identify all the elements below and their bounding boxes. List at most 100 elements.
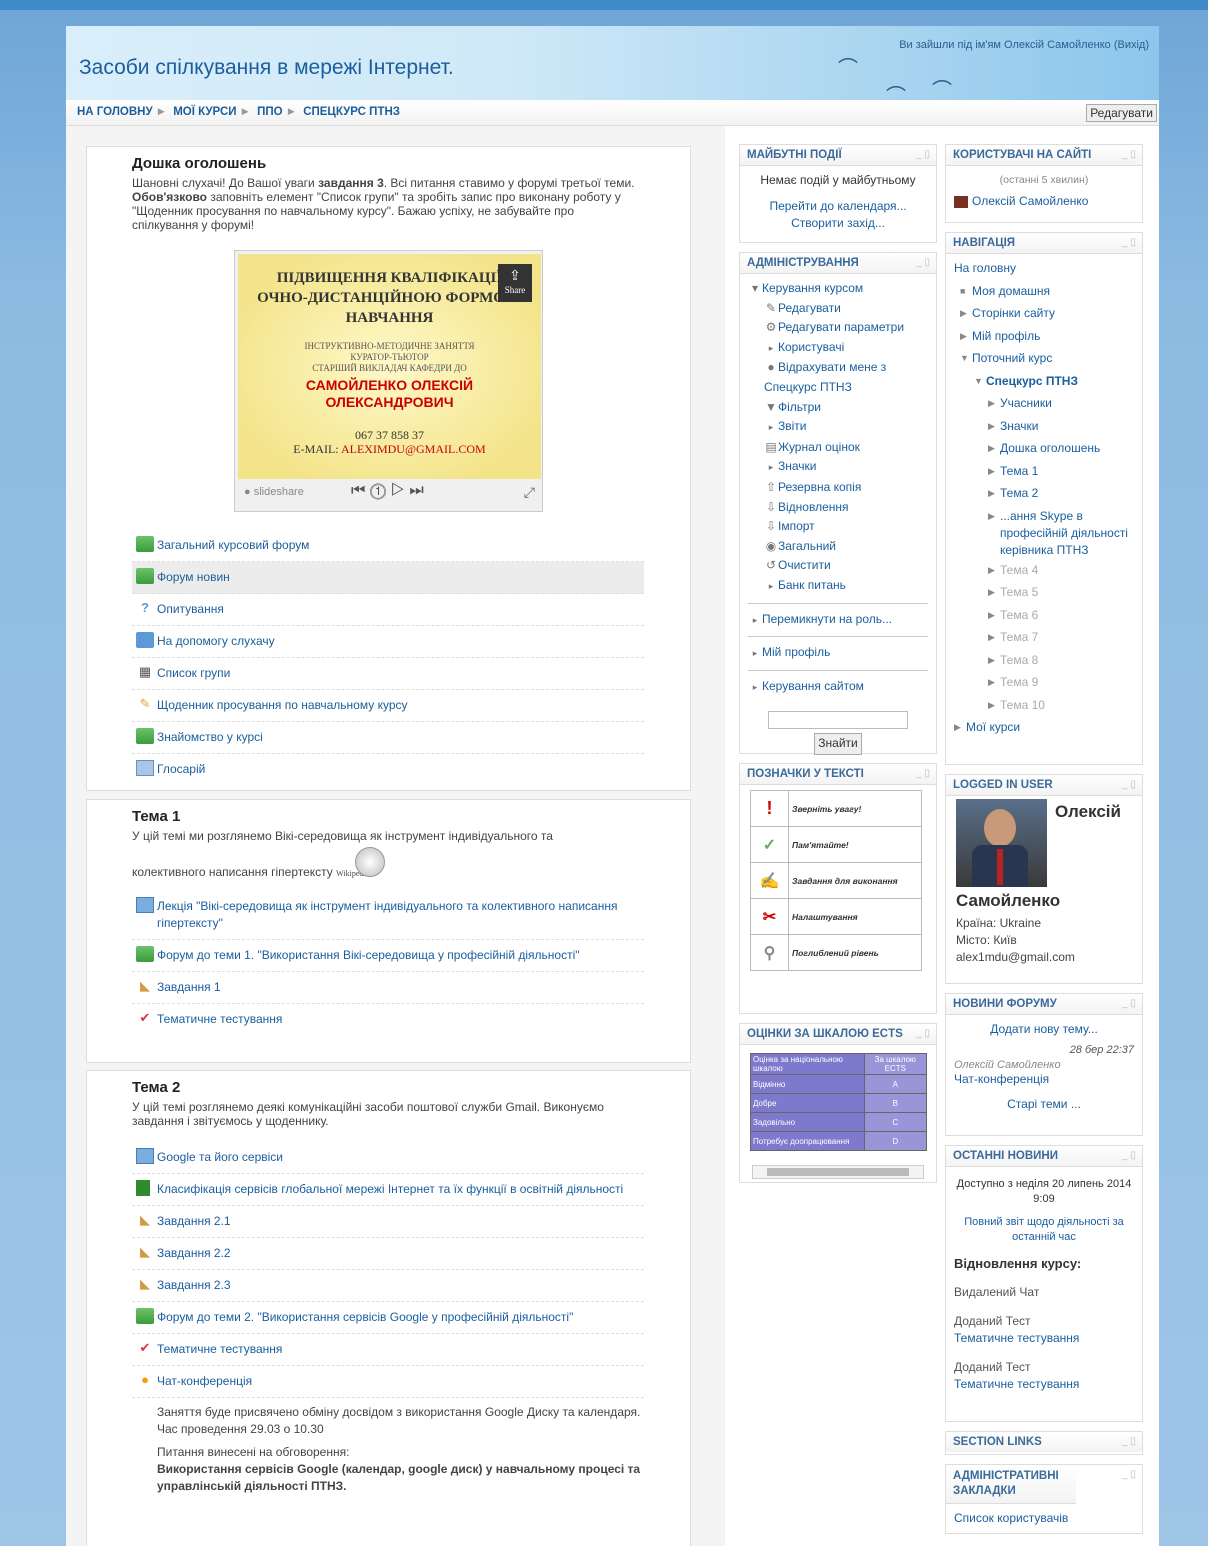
admin-unenrol[interactable]: ● Відрахувати мене з Спецкурс ПТНЗ xyxy=(764,358,928,397)
block-controls[interactable]: _ ▯ xyxy=(1122,1469,1136,1480)
new-event-link[interactable]: Створити захід... xyxy=(791,216,885,230)
nav-my-courses[interactable]: ▶ Мої курси xyxy=(954,716,1134,739)
user-list-link[interactable]: Список користувачів xyxy=(954,1511,1068,1525)
activity-assignment-1[interactable]: ◣ Завдання 1 xyxy=(132,972,644,1004)
slide-nav-controls[interactable]: ⏮ ⓵ ▷ ⏭ xyxy=(351,482,424,500)
activity-quiz-1[interactable]: ✔ Тематичне тестування xyxy=(132,1004,644,1035)
older-topics-link[interactable]: Старі теми ... xyxy=(1007,1097,1081,1111)
activity-assignment-2-1[interactable]: ◣ Завдання 2.1 xyxy=(132,1206,644,1238)
breadcrumb-my-courses[interactable]: МОЇ КУРСИ xyxy=(173,106,236,118)
admin-site-admin[interactable]: ▸ Керування сайтом xyxy=(748,669,928,698)
activity-general-forum[interactable]: Загальний курсовий форум xyxy=(132,530,644,562)
admin-question-bank[interactable]: ▸ Банк питань xyxy=(764,576,928,597)
nav-topic-9[interactable]: ▶ Тема 9 xyxy=(988,671,1134,694)
activity-survey[interactable]: ? Опитування xyxy=(132,594,644,626)
admin-import[interactable]: ⇩ Імпорт xyxy=(764,517,928,537)
block-controls[interactable]: _ ▯ xyxy=(1122,1436,1136,1447)
admin-restore[interactable]: ⇩ Відновлення xyxy=(764,498,928,518)
block-controls[interactable]: _ ▯ xyxy=(1122,237,1136,248)
activity-lecture[interactable]: Лекція "Вікі-середовища як інструмент ін… xyxy=(132,891,644,940)
admin-users[interactable]: ▸ Користувачі xyxy=(764,338,928,359)
breadcrumb-home[interactable]: НА ГОЛОВНУ xyxy=(77,106,153,118)
block-controls[interactable]: _ ▯ xyxy=(1122,779,1136,790)
nav-course[interactable]: ▼ Спецкурс ПТНЗ xyxy=(974,370,1134,393)
nav-topic-1[interactable]: ▶ Тема 1 xyxy=(988,460,1134,483)
fullscreen-icon[interactable]: ⤢ xyxy=(524,484,535,501)
breadcrumb-course[interactable]: СПЕЦКУРС ПТНЗ xyxy=(303,106,400,118)
chat-description: Заняття буде присвячено обміну досвідом … xyxy=(157,1405,641,1493)
recent-item: Доданий Тест xyxy=(954,1314,1031,1328)
activity-forum-topic-1[interactable]: Форум до теми 1. "Використання Вікі-сере… xyxy=(132,940,644,972)
horizontal-scrollbar[interactable] xyxy=(752,1165,924,1179)
nav-topic-6[interactable]: ▶ Тема 6 xyxy=(988,604,1134,627)
recent-item-link[interactable]: Тематичне тестування xyxy=(954,1377,1079,1391)
activity-quiz-2[interactable]: ✔ Тематичне тестування xyxy=(132,1334,644,1366)
admin-reports[interactable]: ▸ Звіти xyxy=(764,417,928,438)
full-report-link[interactable]: Повний звіт щодо діяльності за останній … xyxy=(964,1216,1123,1243)
news-post-link[interactable]: Чат-конференція xyxy=(954,1072,1049,1086)
login-info[interactable]: Ви зайшли під ім'ям Олексій Самойленко (… xyxy=(899,39,1149,51)
activity-google-services[interactable]: Google та його сервіси xyxy=(132,1142,644,1174)
block-controls[interactable]: _ ▯ xyxy=(916,768,930,779)
nav-topic-2[interactable]: ▶ Тема 2 xyxy=(988,482,1134,505)
admin-search-input[interactable] xyxy=(768,711,908,730)
site-title[interactable]: Засоби спілкування в мережі Інтернет. xyxy=(79,56,454,80)
nav-topic-3[interactable]: ▶ ...ання Skype в професійній діяльності … xyxy=(988,505,1134,559)
admin-settings[interactable]: ⚙ Редагувати параметри xyxy=(764,318,928,338)
nav-announcements[interactable]: ▶ Дошка оголошень xyxy=(988,437,1134,460)
activity-assignment-2-2[interactable]: ◣ Завдання 2.2 xyxy=(132,1238,644,1270)
admin-publish[interactable]: ◉ Загальний xyxy=(764,537,928,557)
nav-badges[interactable]: ▶ Значки xyxy=(988,415,1134,438)
breadcrumb-ppo[interactable]: ППО xyxy=(257,106,282,118)
online-user[interactable]: Олексій Самойленко xyxy=(954,193,1134,210)
activity-group-list[interactable]: ▦ Список групи xyxy=(132,658,644,690)
nav-topic-4[interactable]: ▶ Тема 4 xyxy=(988,559,1134,582)
admin-reset[interactable]: ↺ Очистити xyxy=(764,556,928,576)
ects-cell: Задовільно xyxy=(750,1112,865,1132)
add-topic-link[interactable]: Додати нову тему... xyxy=(990,1022,1098,1036)
admin-filters[interactable]: ▼Фільтри xyxy=(764,398,928,418)
nav-topic-10[interactable]: ▶ Тема 10 xyxy=(988,694,1134,717)
block-controls[interactable]: _ ▯ xyxy=(916,257,930,268)
activity-journal[interactable]: ✎ Щоденник просування по навчальному курс… xyxy=(132,690,644,722)
block-controls[interactable]: _ ▯ xyxy=(1122,149,1136,160)
block-controls[interactable]: _ ▯ xyxy=(1122,1150,1136,1161)
admin-backup[interactable]: ⇧ Резервна копія xyxy=(764,478,928,498)
activity-forum-topic-2[interactable]: Форум до теми 2. "Використання сервісів … xyxy=(132,1302,644,1334)
edit-button[interactable]: Редагувати xyxy=(1086,104,1157,122)
admin-my-profile[interactable]: ▸ Мій профіль xyxy=(748,636,928,664)
admin-gradebook[interactable]: ▤Журнал оцінок xyxy=(764,438,928,458)
nav-site-pages[interactable]: ▶ Сторінки сайту xyxy=(960,302,1134,325)
activity-acquaintance[interactable]: Знайомство у курсі xyxy=(132,722,644,754)
block-recent-activity: ОСТАННІ НОВИНИ _ ▯ Доступно з неділя 20 л… xyxy=(945,1145,1143,1422)
activity-news-forum[interactable]: Форум новин xyxy=(132,562,644,594)
share-button[interactable]: ⇪ Share xyxy=(498,264,532,302)
nav-my-profile[interactable]: ▶ Мій профіль xyxy=(960,325,1134,348)
admin-edit[interactable]: ✎ Редагувати xyxy=(764,299,928,319)
nav-current-course[interactable]: ▼ Поточний курс xyxy=(960,347,1134,370)
nav-my-home[interactable]: ■ Моя домашня xyxy=(960,280,1134,303)
activity-chat[interactable]: ● Чат-конференція xyxy=(132,1366,644,1398)
activity-glossary[interactable]: Глосарій xyxy=(132,754,644,785)
block-controls[interactable]: _ ▯ xyxy=(916,149,930,160)
slideshare-embed[interactable]: ПІДВИЩЕННЯ КВАЛІФІКАЦІЇ ОЧНО-ДИСТАНЦІЙНОЮ… xyxy=(234,250,543,512)
recent-item-link[interactable]: Тематичне тестування xyxy=(954,1331,1079,1345)
block-controls[interactable]: _ ▯ xyxy=(1122,998,1136,1009)
admin-search-button[interactable]: Знайти xyxy=(814,733,862,755)
calendar-link[interactable]: Перейти до календаря... xyxy=(769,199,906,213)
admin-course-admin[interactable]: ▾ Керування курсом xyxy=(748,279,928,299)
activity-help-folder[interactable]: На допомогу слухачу xyxy=(132,626,644,658)
import-icon: ⇩ xyxy=(765,519,777,534)
activity-assignment-2-3[interactable]: ◣ Завдання 2.3 xyxy=(132,1270,644,1302)
block-controls[interactable]: _ ▯ xyxy=(916,1028,930,1039)
nav-topic-7[interactable]: ▶ Тема 7 xyxy=(988,626,1134,649)
nav-topic-8[interactable]: ▶ Тема 8 xyxy=(988,649,1134,672)
nav-topic-5[interactable]: ▶ Тема 5 xyxy=(988,581,1134,604)
admin-switch-role[interactable]: ▸ Перемикнути на роль... xyxy=(748,602,928,631)
admin-badges[interactable]: ▸ Значки xyxy=(764,457,928,478)
gear-icon: ⚙ xyxy=(765,320,777,335)
nav-participants[interactable]: ▶ Учасники xyxy=(988,392,1134,415)
activity-classification[interactable]: Класифікація сервісів глобальної мережі … xyxy=(132,1174,644,1206)
nav-home[interactable]: На головну xyxy=(954,257,1134,280)
block-title: ПОЗНАЧКИ У ТЕКСТІ xyxy=(740,764,936,785)
